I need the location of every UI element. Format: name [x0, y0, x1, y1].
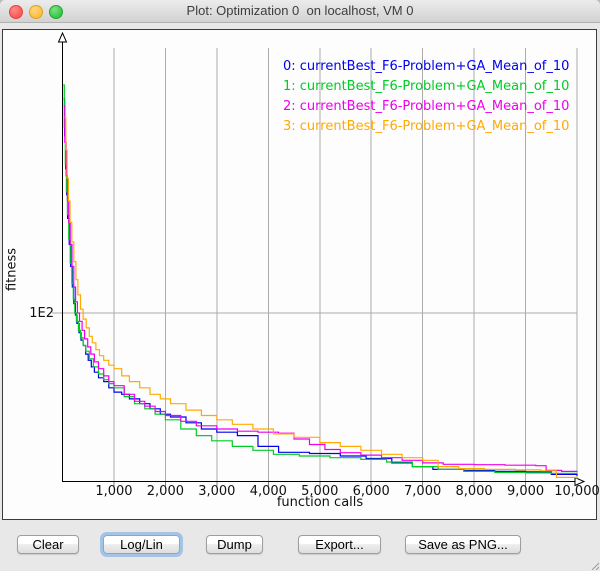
x-tick-label: 4,000	[250, 484, 287, 499]
x-tick-label: 9,000	[507, 484, 544, 499]
legend-entry: 3: currentBest_F6-Problem+GA_Mean_of_10	[283, 117, 569, 137]
x-tick-label: 5,000	[301, 484, 338, 499]
plot-window: Plot: Optimization 0 on localhost, VM 0 …	[0, 0, 600, 571]
dump-button[interactable]: Dump	[206, 535, 263, 554]
clear-button[interactable]: Clear	[17, 535, 79, 554]
x-tick-label: 7,000	[404, 484, 441, 499]
x-tick-label: 3,000	[198, 484, 235, 499]
x-tick-label: 1,000	[95, 484, 132, 499]
x-tick-label: 2,000	[147, 484, 184, 499]
legend: 0: currentBest_F6-Problem+GA_Mean_of_10 …	[283, 57, 569, 137]
x-tick-label: 10,000	[554, 484, 600, 499]
x-tick-label: 8,000	[455, 484, 492, 499]
y-tick-label: 1E2	[24, 306, 54, 321]
legend-entry: 2: currentBest_F6-Problem+GA_Mean_of_10	[283, 97, 569, 117]
window-title: Plot: Optimization 0 on localhost, VM 0	[0, 3, 600, 18]
legend-entry: 0: currentBest_F6-Problem+GA_Mean_of_10	[283, 57, 569, 77]
export-button[interactable]: Export...	[298, 535, 381, 554]
loglin-button[interactable]: Log/Lin	[103, 535, 180, 554]
y-axis-label: fitness	[5, 247, 20, 293]
x-tick-label: 6,000	[353, 484, 390, 499]
save-png-button[interactable]: Save as PNG...	[405, 535, 521, 554]
legend-entry: 1: currentBest_F6-Problem+GA_Mean_of_10	[283, 77, 569, 97]
resize-grip-icon[interactable]	[589, 560, 599, 570]
titlebar[interactable]: Plot: Optimization 0 on localhost, VM 0	[0, 0, 600, 23]
